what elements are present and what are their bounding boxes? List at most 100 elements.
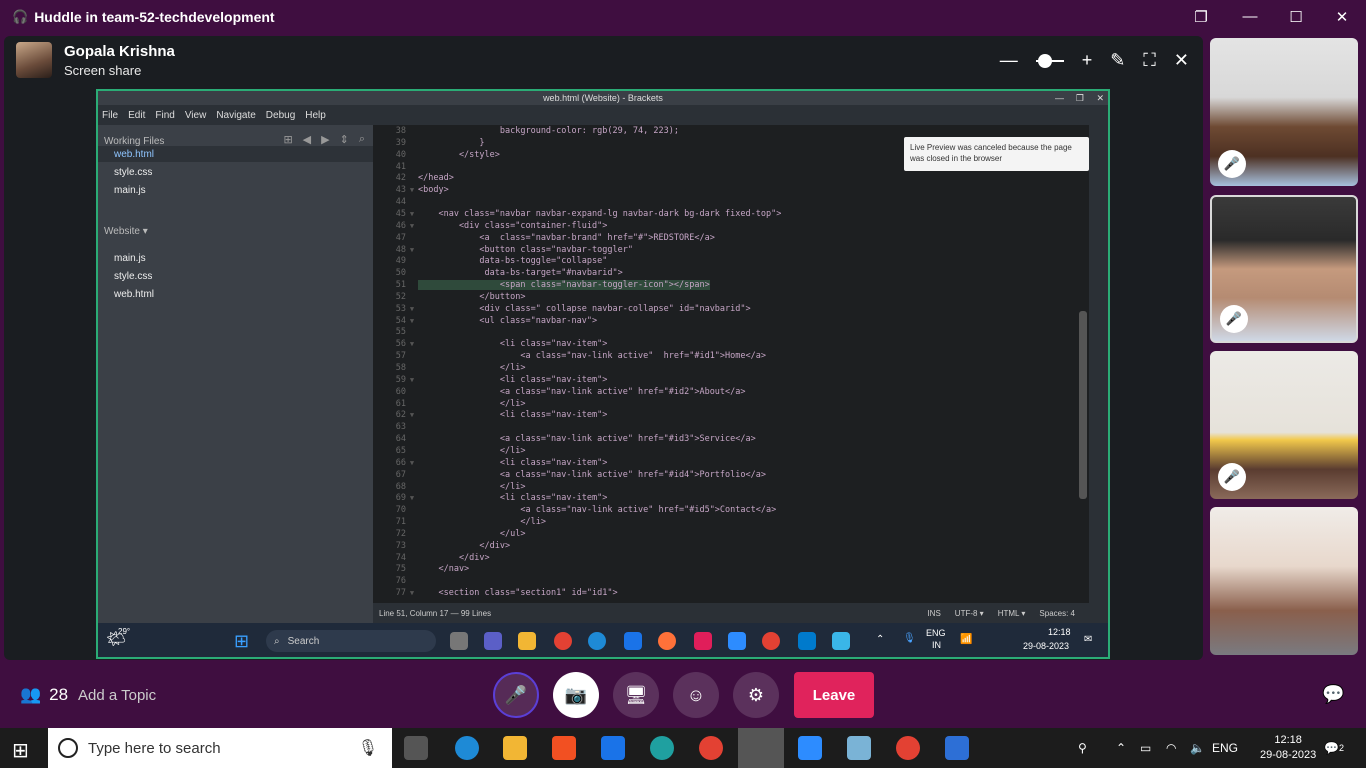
edge-icon[interactable] (588, 632, 606, 650)
split-icon[interactable]: ⊞ (283, 133, 292, 146)
mute-button[interactable]: 🎤 (493, 672, 539, 718)
add-topic-button[interactable]: Add a Topic (78, 687, 156, 704)
participant-tile-active[interactable]: 🎤 (1210, 195, 1358, 343)
file-explorer-icon[interactable] (518, 632, 536, 650)
close-share-icon[interactable]: ✕ (1174, 50, 1189, 71)
slack-icon[interactable] (738, 728, 784, 768)
language-select[interactable]: HTML ▾ (998, 609, 1026, 618)
code-editor[interactable]: 38 background-color: rgb(29, 74, 223); 39… (373, 125, 1089, 603)
working-file-item[interactable]: web.html (114, 149, 154, 160)
project-label[interactable]: Website ▾ (104, 226, 148, 237)
close-window-button[interactable]: ✕ (1319, 0, 1365, 33)
menu-item[interactable]: View (185, 110, 207, 121)
brackets-minimize-icon[interactable]: — (1055, 91, 1064, 105)
mic-icon[interactable]: 🎙 (903, 633, 916, 644)
zoom-in-icon[interactable]: + (1082, 50, 1093, 71)
minimize-button[interactable]: — (1227, 0, 1273, 33)
fold-toggle[interactable]: ▼ (406, 409, 418, 421)
participant-tile[interactable]: 🎤 (1210, 38, 1358, 186)
fold-toggle[interactable]: ▼ (406, 208, 418, 220)
battery-icon[interactable]: ▭ (1140, 728, 1151, 768)
menu-item[interactable]: Navigate (216, 110, 255, 121)
fold-toggle[interactable]: ▼ (406, 492, 418, 504)
chrome-icon[interactable] (762, 632, 780, 650)
fold-toggle[interactable]: ▼ (406, 184, 418, 196)
chrome-icon[interactable] (699, 736, 723, 760)
settings-button[interactable]: ⚙ (733, 672, 779, 718)
notepad-icon[interactable] (847, 736, 871, 760)
slack-icon[interactable] (694, 632, 712, 650)
wifi-icon[interactable]: ◠ (1166, 728, 1176, 768)
action-center-icon[interactable]: 💬 2 (1324, 728, 1344, 768)
taskbar-lang[interactable]: ENG (1212, 728, 1238, 768)
ins-mode[interactable]: INS (927, 609, 940, 618)
participant-tile[interactable]: 🎤 (1210, 351, 1358, 499)
nav-forward-icon[interactable]: ▶ (321, 133, 329, 146)
chrome-icon[interactable] (896, 736, 920, 760)
teams-icon[interactable] (484, 632, 502, 650)
encoding-select[interactable]: UTF-8 ▾ (955, 609, 984, 618)
clock[interactable]: 12:18 29-08-2023 (1260, 728, 1316, 768)
file-explorer-icon[interactable] (503, 736, 527, 760)
shared-search-box[interactable]: ⌕ Search (266, 630, 436, 652)
leave-button[interactable]: Leave (794, 672, 874, 718)
fold-toggle[interactable]: ▼ (406, 303, 418, 315)
store-icon[interactable] (552, 736, 576, 760)
task-view-icon[interactable] (450, 632, 468, 650)
mail-icon[interactable] (624, 632, 642, 650)
video-button[interactable]: 📷 (553, 672, 599, 718)
maximize-button[interactable]: ☐ (1273, 0, 1319, 33)
draw-off-icon[interactable]: ✎ (1110, 50, 1125, 71)
menu-item[interactable]: File (102, 110, 118, 121)
brackets-icon[interactable] (728, 632, 746, 650)
popout-icon[interactable]: ❐ (1178, 0, 1224, 33)
fold-toggle[interactable]: ▼ (406, 244, 418, 256)
working-file-item[interactable]: main.js (114, 185, 146, 196)
menu-item[interactable]: Edit (128, 110, 145, 121)
zoom-slider[interactable] (1035, 53, 1064, 68)
fold-toggle[interactable]: ▼ (406, 315, 418, 327)
fold-toggle[interactable]: ▼ (406, 587, 418, 599)
taskbar-search[interactable]: Type here to search 🎙 (48, 728, 392, 768)
windows-start-icon[interactable]: ⊞ (12, 738, 29, 763)
sort-icon[interactable]: ⇕ (340, 133, 349, 146)
menu-item[interactable]: Help (305, 110, 326, 121)
mic-icon[interactable]: 🎙 (358, 738, 378, 758)
screen-share-button[interactable]: 🖥 (613, 672, 659, 718)
tray-chevron-icon[interactable]: ⌃ (876, 634, 884, 645)
photos-icon[interactable] (945, 736, 969, 760)
fold-toggle[interactable]: ▼ (406, 457, 418, 469)
reactions-button[interactable]: ☺ (673, 672, 719, 718)
project-file-item[interactable]: main.js (114, 253, 146, 264)
firefox-icon[interactable] (658, 632, 676, 650)
participant-tile[interactable] (1210, 507, 1358, 655)
edge-icon[interactable] (455, 736, 479, 760)
wifi-icon[interactable]: 📶 (960, 634, 972, 645)
edge-icon[interactable] (650, 736, 674, 760)
mail-icon[interactable] (601, 736, 625, 760)
fold-toggle[interactable]: ▼ (406, 220, 418, 232)
notepad-icon[interactable] (832, 632, 850, 650)
nav-back-icon[interactable]: ◀ (303, 133, 311, 146)
windows-start-icon[interactable]: ⊞ (234, 631, 249, 652)
spaces-setting[interactable]: Spaces: 4 (1039, 609, 1075, 618)
notification-icon[interactable]: ✉ (1084, 634, 1092, 645)
working-file-item[interactable]: style.css (114, 167, 152, 178)
editor-scrollbar[interactable] (1079, 311, 1087, 499)
find-icon[interactable]: ⌕ (359, 133, 365, 146)
chat-icon[interactable]: 💬 (1322, 684, 1344, 705)
brackets-restore-icon[interactable]: ❐ (1076, 91, 1084, 105)
menu-item[interactable]: Find (155, 110, 174, 121)
menu-item[interactable]: Debug (266, 110, 295, 121)
project-file-item[interactable]: web.html (114, 289, 154, 300)
tray-chevron-icon[interactable]: ⌃ (1116, 728, 1126, 768)
brackets-icon[interactable] (798, 736, 822, 760)
project-file-item[interactable]: style.css (114, 271, 152, 282)
task-view-icon[interactable] (404, 736, 428, 760)
volume-icon[interactable]: 🔈 (1190, 728, 1205, 768)
vscode-icon[interactable] (798, 632, 816, 650)
brackets-close-icon[interactable]: ✕ (1096, 91, 1104, 105)
chrome-icon[interactable] (554, 632, 572, 650)
people-tray-icon[interactable]: ⚲ (1078, 728, 1087, 768)
fold-toggle[interactable]: ▼ (406, 374, 418, 386)
